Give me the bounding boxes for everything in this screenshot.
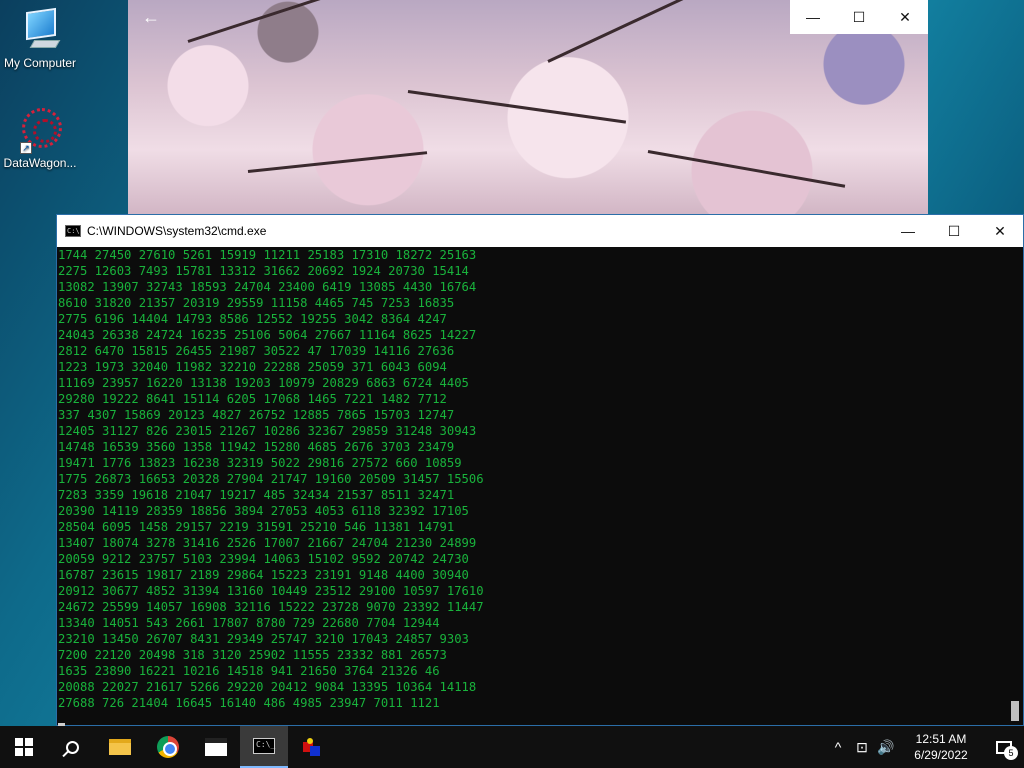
maximize-button[interactable]: ☐ [931, 215, 977, 247]
console-line: 19471 1776 13823 16238 32319 5022 29816 … [58, 456, 462, 470]
console-output[interactable]: 1744 27450 27610 5261 15919 11211 25183 … [57, 247, 1009, 725]
console-line: 29280 19222 8641 15114 6205 17068 1465 7… [58, 392, 447, 406]
taskbar-chrome[interactable] [144, 726, 192, 768]
search-icon [65, 740, 79, 754]
console-line: 13340 14051 543 2661 17807 8780 729 2268… [58, 616, 440, 630]
taskbar-media-app[interactable] [192, 726, 240, 768]
clock[interactable]: 12:51 AM 6/29/2022 [904, 731, 978, 763]
chrome-icon [157, 736, 179, 758]
console-line: 1223 1973 32040 11982 32210 22288 25059 … [58, 360, 447, 374]
taskbar: C:\_ ^ ⊡ 🔊 12:51 AM 6/29/2022 5 [0, 726, 1024, 768]
start-button[interactable] [0, 726, 48, 768]
cmd-app-icon: C:\ [65, 225, 81, 237]
desktop-icon-my-computer[interactable]: My Computer [0, 7, 80, 70]
console-line: 2812 6470 15815 26455 21987 30522 47 170… [58, 344, 455, 358]
shortcut-arrow-icon: ↗ [20, 142, 32, 154]
network-icon[interactable]: ⊡ [850, 739, 874, 756]
colored-blocks-icon [301, 738, 323, 756]
console-line: 24043 26338 24724 16235 25106 5064 27667… [58, 328, 477, 342]
cmd-titlebar[interactable]: C:\ C:\WINDOWS\system32\cmd.exe — ☐ ✕ [57, 215, 1023, 247]
cmd-icon: C:\_ [253, 738, 275, 754]
molecule-icon: ↗ [20, 108, 62, 154]
folder-icon [109, 739, 131, 755]
console-line: 2275 12603 7493 15781 13312 31662 20692 … [58, 264, 469, 278]
clock-date: 6/29/2022 [914, 748, 968, 762]
console-line: 28504 6095 1458 29157 2219 31591 25210 5… [58, 520, 455, 534]
console-line: 20088 22027 21617 5266 29220 20412 9084 … [58, 680, 477, 694]
back-arrow-icon[interactable]: ← [136, 4, 166, 30]
console-line: 20390 14119 28359 18856 3894 27053 4053 … [58, 504, 469, 518]
console-line: 1635 23890 16221 10216 14518 941 21650 3… [58, 664, 440, 678]
console-line: 13407 18074 3278 31416 2526 17007 21667 … [58, 536, 477, 550]
close-button[interactable]: ✕ [882, 0, 928, 34]
console-line: 1744 27450 27610 5261 15919 11211 25183 … [58, 248, 477, 262]
photo-viewer-window[interactable]: ← — ☐ ✕ [128, 0, 928, 214]
maximize-button[interactable]: ☐ [836, 0, 882, 34]
console-line: 14748 16539 3560 1358 11942 15280 4685 2… [58, 440, 455, 454]
clock-time: 12:51 AM [915, 732, 967, 746]
console-line: 337 4307 15869 20123 4827 26752 12885 78… [58, 408, 455, 422]
scrollbar[interactable] [1007, 247, 1023, 725]
system-tray: ^ ⊡ 🔊 12:51 AM 6/29/2022 5 [826, 726, 1024, 768]
desktop-icon-label: My Computer [3, 56, 77, 70]
console-line: 7283 3359 19618 21047 19217 485 32434 21… [58, 488, 455, 502]
console-line: 27688 726 21404 16645 16140 486 4985 239… [58, 696, 440, 710]
photo-viewer-titlebar[interactable]: ← — ☐ ✕ [128, 0, 928, 34]
chevron-up-icon[interactable]: ^ [826, 739, 850, 755]
windows-logo-icon [15, 738, 33, 756]
minimize-button[interactable]: — [885, 215, 931, 247]
scrollbar-thumb[interactable] [1011, 701, 1019, 721]
volume-icon[interactable]: 🔊 [874, 739, 898, 756]
console-line: 16787 23615 19817 2189 29864 15223 23191… [58, 568, 469, 582]
computer-icon [20, 7, 61, 52]
search-button[interactable] [48, 726, 96, 768]
close-button[interactable]: ✕ [977, 215, 1023, 247]
console-line: 12405 31127 826 23015 21267 10286 32367 … [58, 424, 477, 438]
notification-center-button[interactable]: 5 [984, 726, 1024, 768]
notification-badge: 5 [1004, 746, 1018, 760]
console-line: 7200 22120 20498 318 3120 25902 11555 23… [58, 648, 447, 662]
cmd-window[interactable]: C:\ C:\WINDOWS\system32\cmd.exe — ☐ ✕ 17… [56, 214, 1024, 726]
console-line: 11169 23957 16220 13138 19203 10979 2082… [58, 376, 469, 390]
console-line: 24672 25599 14057 16908 32116 15222 2372… [58, 600, 484, 614]
minimize-button[interactable]: — [790, 0, 836, 34]
clapperboard-icon [205, 738, 227, 756]
desktop-icon-datawagon[interactable]: ↗ DataWagon... [0, 108, 80, 170]
console-line: 20912 30677 4852 31394 13160 10449 23512… [58, 584, 484, 598]
console-line: 20059 9212 23757 5103 23994 14063 15102 … [58, 552, 469, 566]
taskbar-file-explorer[interactable] [96, 726, 144, 768]
window-controls: — ☐ ✕ [885, 215, 1023, 247]
taskbar-cmd[interactable]: C:\_ [240, 726, 288, 768]
window-controls: — ☐ ✕ [790, 0, 928, 34]
console-line: 13082 13907 32743 18593 24704 23400 6419… [58, 280, 477, 294]
desktop-icon-label: DataWagon... [3, 156, 77, 170]
taskbar-app[interactable] [288, 726, 336, 768]
console-line: 1775 26873 16653 20328 27904 21747 19160… [58, 472, 484, 486]
console-line: 23210 13450 26707 8431 29349 25747 3210 … [58, 632, 469, 646]
console-line: 8610 31820 21357 20319 29559 11158 4465 … [58, 296, 455, 310]
console-line: 2775 6196 14404 14793 8586 12552 19255 3… [58, 312, 447, 326]
window-title: C:\WINDOWS\system32\cmd.exe [87, 224, 267, 238]
